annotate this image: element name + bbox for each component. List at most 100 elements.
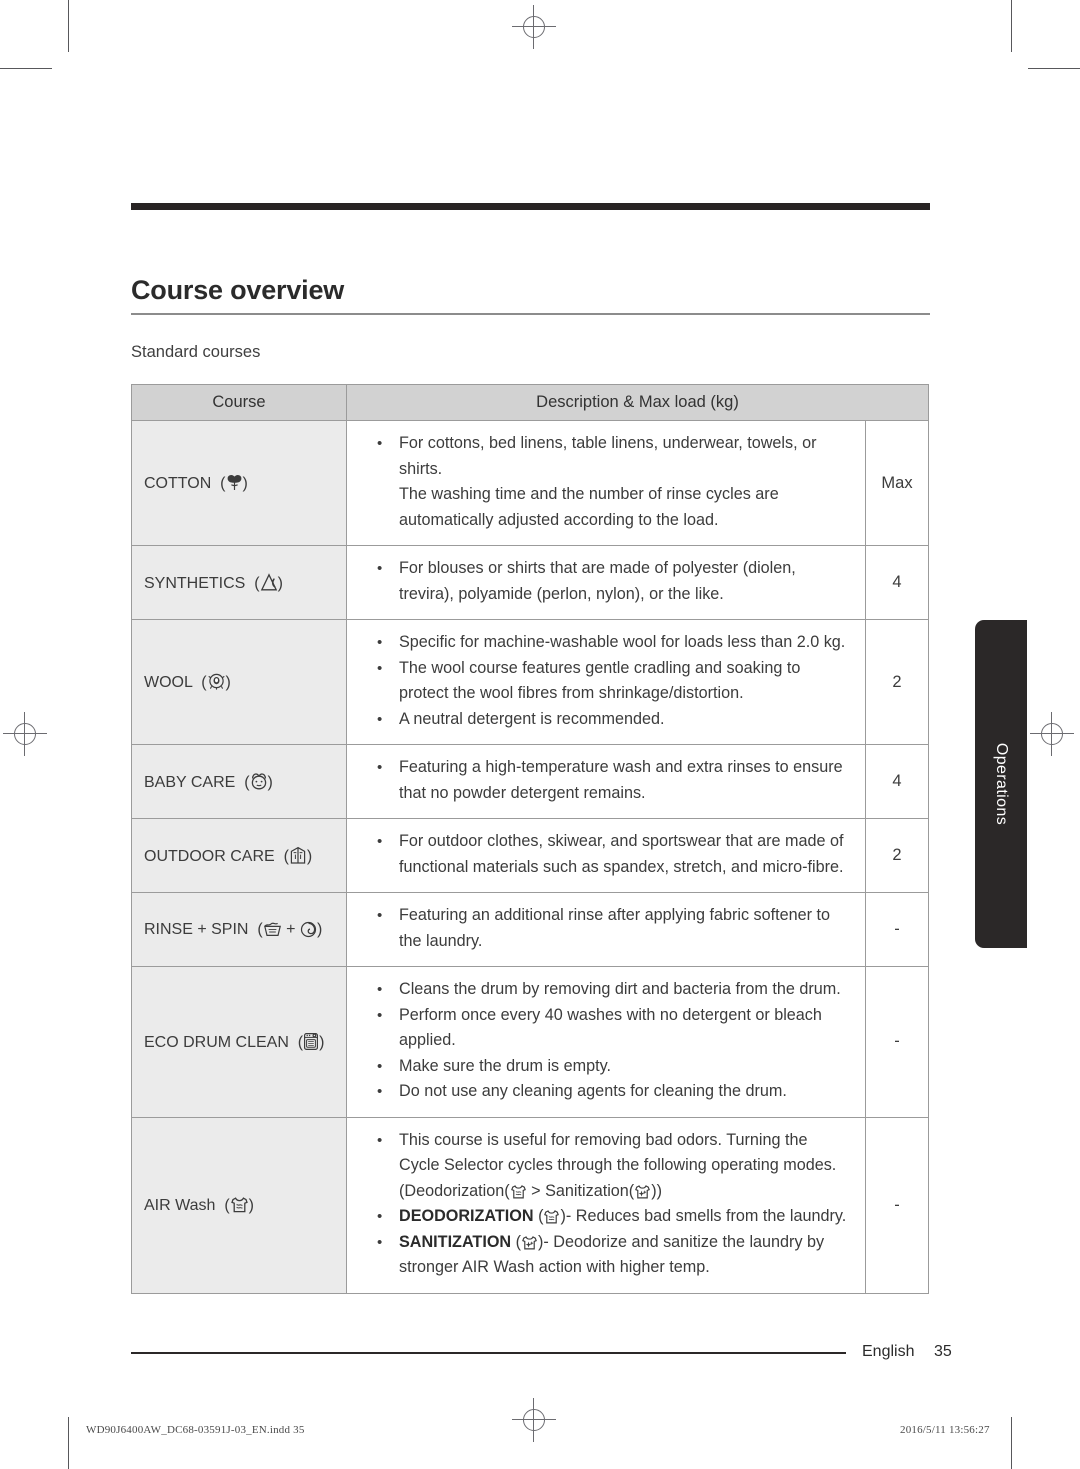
footer-language: English (862, 1343, 915, 1360)
list-item: This course is useful for removing bad o… (355, 1128, 851, 1205)
manual-page: Course overview Standard courses Course … (0, 0, 1080, 1469)
max-load-synthetics: 4 (864, 545, 930, 620)
table-row: AIR Wash () This course is useful for re… (131, 1116, 930, 1294)
course-name-eco-drum-clean: ECO DRUM CLEAN () (131, 966, 347, 1118)
registration-mark-left (3, 712, 47, 756)
page-title-rule (131, 313, 930, 315)
course-label: OUTDOOR CARE (144, 847, 275, 865)
deodorization-label: DEODORIZATION (399, 1207, 534, 1225)
column-header-description: Description & Max load (kg) (345, 384, 930, 421)
course-label: WOOL (144, 674, 193, 691)
outdoor-jacket-icon (289, 846, 307, 865)
section-tab-label: Operations (993, 742, 1010, 826)
max-load-air-wash: - (864, 1116, 930, 1294)
air-wash-line1-b: > Sanitization( (526, 1181, 635, 1200)
air-wash-sanitization-icon (634, 1184, 651, 1200)
course-name-wool: WOOL () (131, 619, 347, 745)
synthetics-icon (260, 572, 278, 592)
course-name-baby-care: BABY CARE () (131, 744, 347, 819)
list-item: The wool course features gentle cradling… (355, 656, 851, 707)
footer-rule (131, 1352, 846, 1354)
crop-mark-top-right-h (1028, 68, 1080, 69)
max-load-cotton: Max (864, 420, 930, 546)
table-header-row: Course Description & Max load (kg) (131, 384, 930, 421)
section-subtitle: Standard courses (131, 343, 261, 361)
list-item: Make sure the drum is empty. (355, 1054, 851, 1080)
course-description-wool: Specific for machine-washable wool for l… (346, 619, 866, 745)
course-label: AIR Wash (144, 1196, 216, 1214)
course-overview-table: Course Description & Max load (kg) COTTO… (131, 384, 930, 1294)
course-description-cotton: For cottons, bed linens, table linens, u… (346, 420, 866, 546)
list-item: Perform once every 40 washes with no det… (355, 1003, 851, 1054)
print-timestamp: 2016/5/11 13:56:27 (900, 1424, 990, 1436)
crop-mark-top-left-h (0, 68, 52, 69)
list-item: Cleans the drum by removing dirt and bac… (355, 977, 851, 1003)
max-load-rinse-spin: - (864, 892, 930, 967)
eco-drum-clean-icon (303, 1032, 319, 1051)
page-header-bar (131, 203, 930, 210)
course-description-outdoor-care: For outdoor clothes, skiwear, and sports… (346, 818, 866, 893)
print-filename: WD90J6400AW_DC68-03591J-03_EN.indd 35 (86, 1424, 305, 1436)
max-load-baby-care: 4 (864, 744, 930, 819)
sanitization-label: SANITIZATION (399, 1232, 512, 1251)
course-name-synthetics: SYNTHETICS () (131, 545, 347, 620)
table-row: COTTON () For cottons, bed linens, table… (131, 420, 930, 546)
spin-icon (300, 921, 317, 938)
column-header-course: Course (131, 384, 347, 421)
course-label: BABY CARE (144, 773, 236, 791)
list-item: A neutral detergent is recommended. (355, 707, 851, 733)
air-wash-deodorization-icon (510, 1184, 527, 1200)
table-row: WOOL () Specific for machine-washable wo… (131, 619, 930, 745)
list-item: Specific for machine-washable wool for l… (355, 630, 851, 656)
course-name-air-wash: AIR Wash () (131, 1116, 347, 1294)
list-item: For blouses or shirts that are made of p… (355, 556, 851, 607)
section-tab-operations: Operations (975, 620, 1027, 948)
course-name-cotton: COTTON () (131, 420, 347, 546)
crop-mark-top-left-v (68, 0, 69, 52)
table-row: ECO DRUM CLEAN () Cleans the drum by rem… (131, 966, 930, 1118)
list-item: Featuring an additional rinse after appl… (355, 903, 851, 954)
page-number: 35 (934, 1343, 952, 1360)
course-description-synthetics: For blouses or shirts that are made of p… (346, 545, 866, 620)
list-item: For cottons, bed linens, table linens, u… (355, 431, 851, 482)
course-description-baby-care: Featuring a high-temperature wash and ex… (346, 744, 866, 819)
air-wash-line1-c: )) (651, 1181, 662, 1200)
baby-care-icon (250, 772, 268, 791)
air-wash-deodorization-icon (543, 1209, 560, 1225)
registration-mark-top (512, 5, 556, 49)
crop-mark-bottom-right-v (1011, 1417, 1012, 1469)
list-item: DEODORIZATION ()- Reduces bad smells fro… (355, 1204, 851, 1230)
crop-mark-bottom-left-v (68, 1417, 69, 1469)
registration-mark-right (1030, 712, 1074, 756)
list-item: SANITIZATION ()- Deodorize and sanitize … (355, 1230, 851, 1281)
max-load-eco-drum-clean: - (864, 966, 930, 1118)
course-description-air-wash: This course is useful for removing bad o… (346, 1116, 866, 1294)
air-wash-deodorization-icon (230, 1196, 249, 1214)
max-load-outdoor-care: 2 (864, 818, 930, 893)
list-item: For outdoor clothes, skiwear, and sports… (355, 829, 851, 880)
page-title: Course overview (131, 275, 345, 305)
list-item: The washing time and the number of rinse… (399, 485, 779, 529)
list-item: Do not use any cleaning agents for clean… (355, 1079, 851, 1105)
course-description-rinse-spin: Featuring an additional rinse after appl… (346, 892, 866, 967)
course-label: RINSE + SPIN (144, 920, 249, 938)
course-name-outdoor-care: OUTDOOR CARE () (131, 818, 347, 893)
table-row: SYNTHETICS () For blouses or shirts that… (131, 545, 930, 620)
crop-mark-top-right-v (1011, 0, 1012, 52)
course-label: COTTON (144, 475, 212, 492)
list-item: Featuring a high-temperature wash and ex… (355, 755, 851, 806)
course-description-eco-drum-clean: Cleans the drum by removing dirt and bac… (346, 966, 866, 1118)
table-row: OUTDOOR CARE () For outdoor clothes, ski… (131, 818, 930, 893)
course-label: ECO DRUM CLEAN (144, 1033, 289, 1051)
cotton-flower-icon (226, 473, 243, 492)
wool-sheep-icon (207, 672, 226, 691)
course-label: SYNTHETICS (144, 574, 246, 592)
max-load-wool: 2 (864, 619, 930, 745)
rinse-basin-icon (263, 921, 282, 938)
deodorization-text: - Reduces bad smells from the laundry. (565, 1207, 847, 1225)
table-row: RINSE + SPIN ( + ) Featuring an addition… (131, 892, 930, 967)
air-wash-sanitization-icon (521, 1235, 538, 1251)
registration-mark-bottom (512, 1398, 556, 1442)
course-name-rinse-spin: RINSE + SPIN ( + ) (131, 892, 347, 967)
table-row: BABY CARE () Featuring a high-temperatur… (131, 744, 930, 819)
